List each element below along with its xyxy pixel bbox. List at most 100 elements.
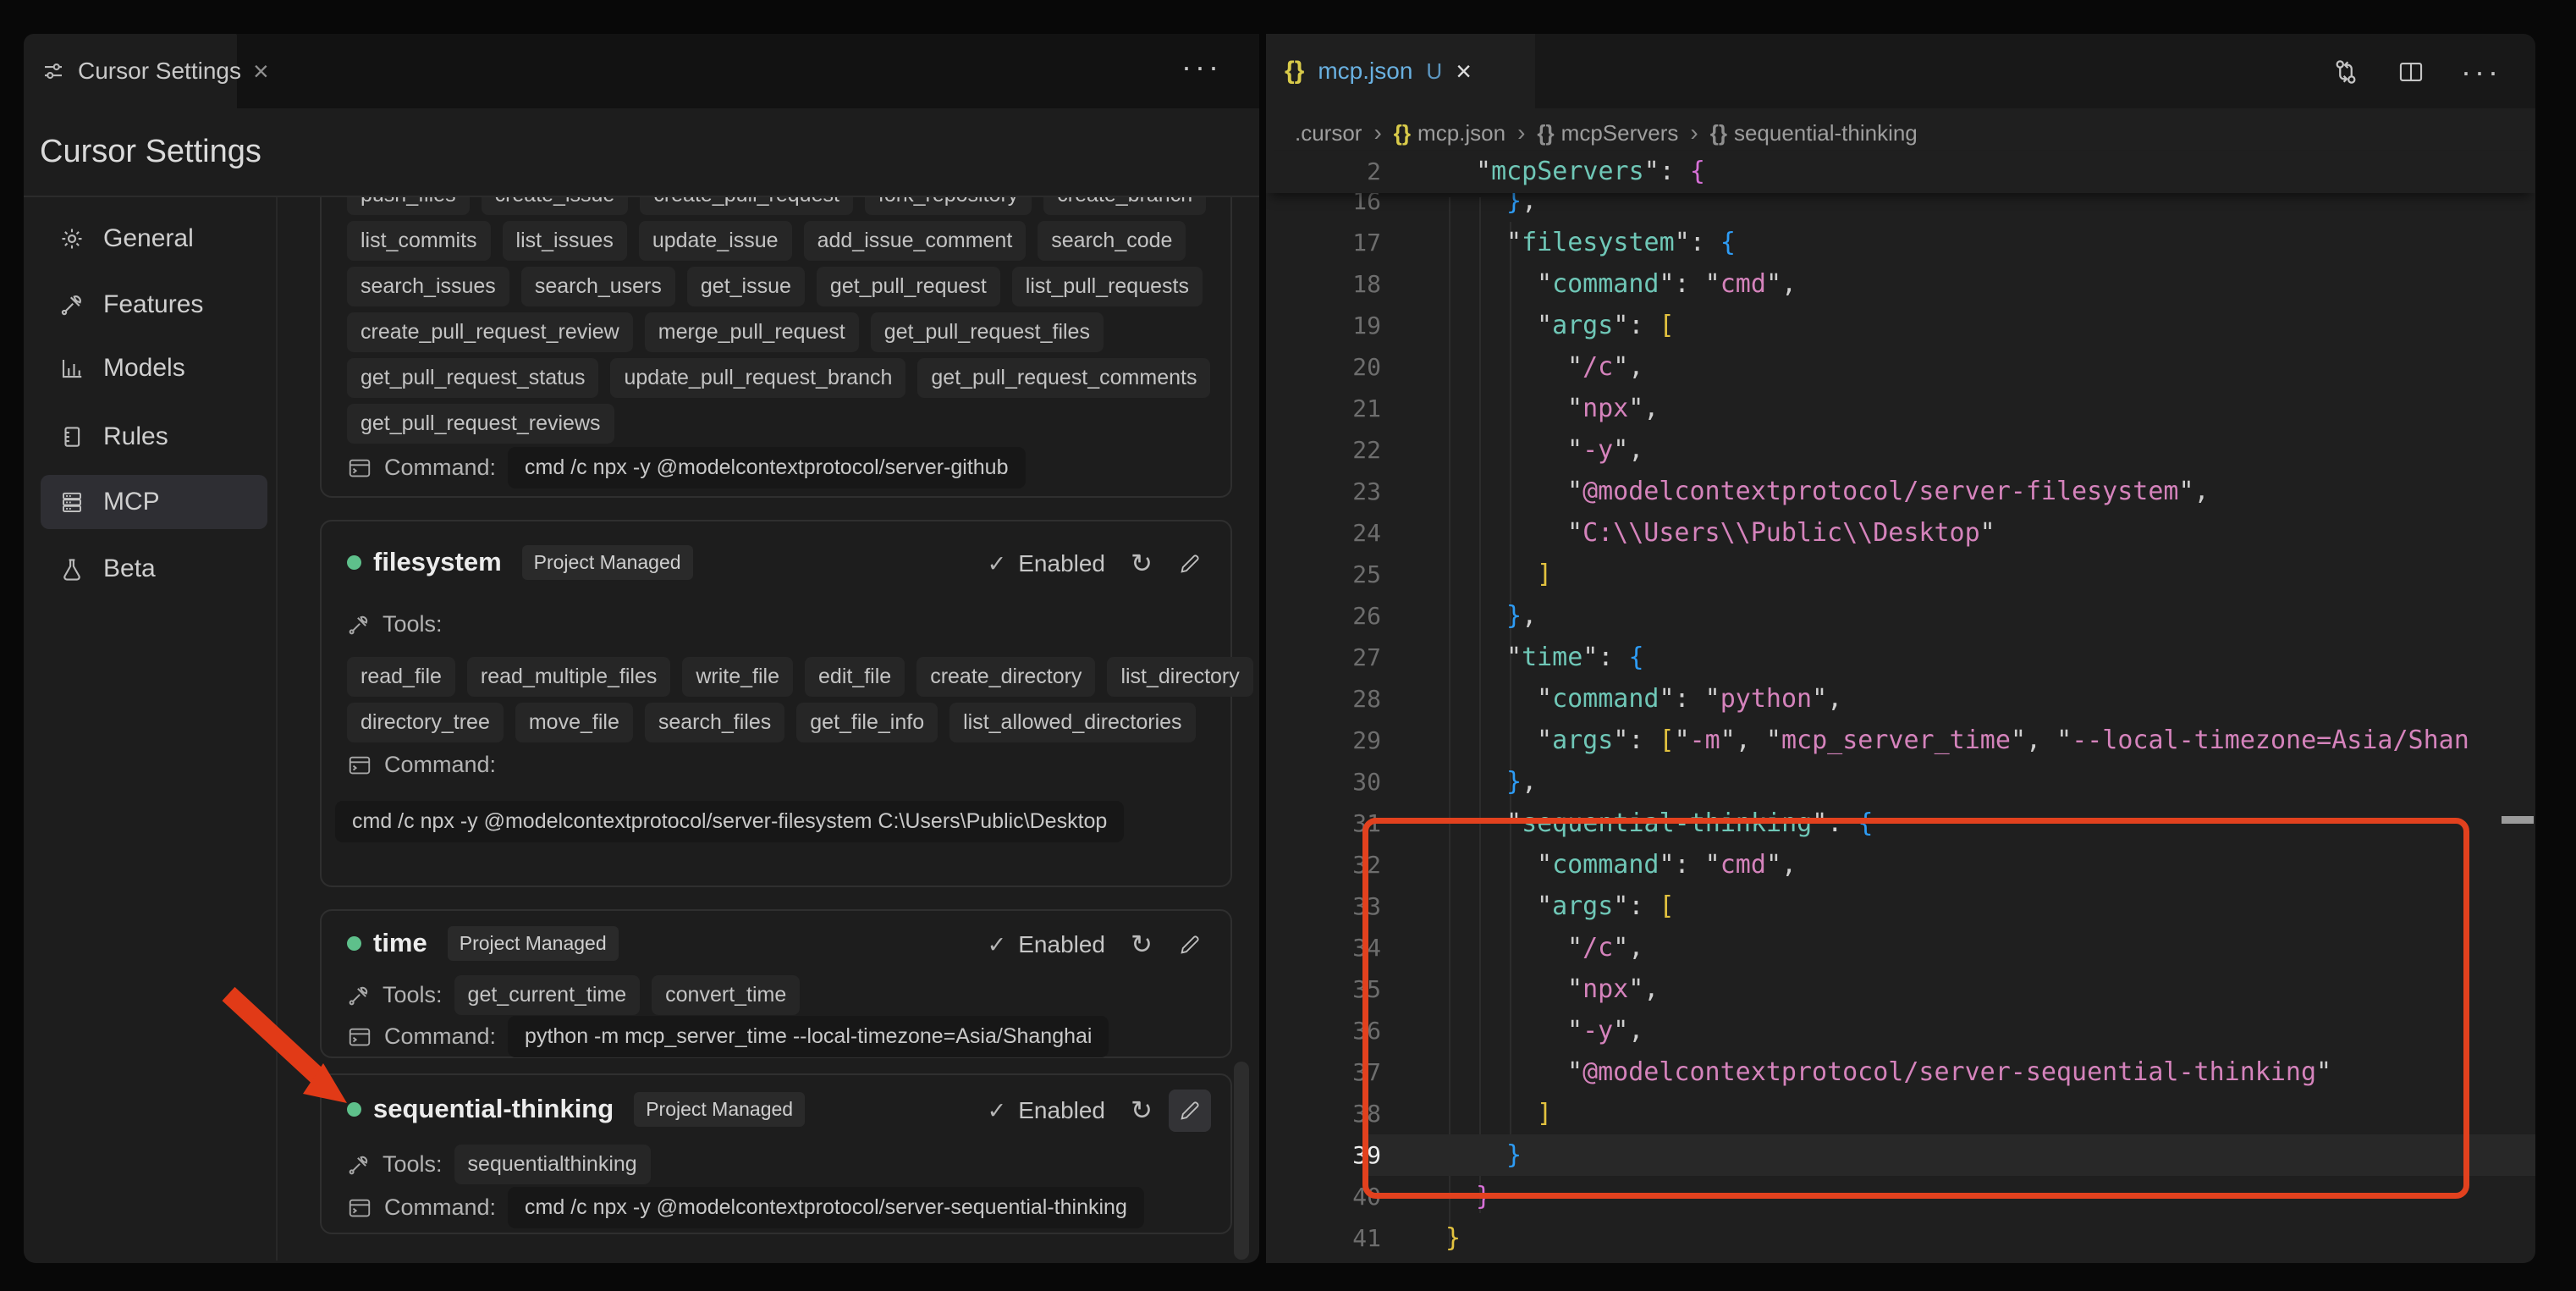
tool-chip-row: sequentialthinking (454, 1145, 651, 1184)
tool-chip: create_directory (916, 657, 1095, 697)
more-actions-icon[interactable]: ··· (2461, 54, 2502, 90)
json-file-icon: {} (1285, 57, 1304, 86)
close-icon[interactable]: × (1456, 56, 1472, 87)
tab-label: Cursor Settings (78, 58, 241, 85)
more-actions-icon[interactable]: ··· (1181, 49, 1222, 85)
sidebar-item-rules[interactable]: Rules (41, 411, 267, 462)
enabled-toggle[interactable]: Enabled (1018, 931, 1105, 958)
tool-chip-row: read_fileread_multiple_fileswrite_fileed… (347, 657, 1253, 697)
code-line[interactable]: 2"mcpServers": { (1320, 151, 1705, 192)
code-line[interactable]: 24"C:\\Users\\Public\\Desktop" (1320, 512, 1995, 554)
enabled-toggle[interactable]: Enabled (1018, 550, 1105, 577)
sidebar-item-beta[interactable]: Beta (41, 543, 267, 594)
code-line[interactable]: 41} (1320, 1217, 1461, 1259)
notebook-icon (59, 424, 85, 450)
code-line[interactable]: 18"command": "cmd", (1320, 263, 1797, 305)
code-line[interactable]: 32"command": "cmd", (1320, 844, 1797, 885)
tool-chip: read_multiple_files (467, 657, 670, 697)
code-line[interactable]: 36"-y", (1320, 1010, 1643, 1051)
code-line[interactable]: 28"command": "python", (1320, 678, 1842, 720)
command-value: cmd /c npx -y @modelcontextprotocol/serv… (508, 447, 1025, 488)
page-title: Cursor Settings (40, 134, 261, 170)
code-line[interactable]: 22"-y", (1320, 429, 1643, 471)
code-line[interactable]: 21"npx", (1320, 388, 1659, 429)
sticky-scroll-line[interactable]: 2"mcpServers": { (1266, 151, 2535, 193)
json-braces-icon: {} (1394, 120, 1411, 146)
editor-tab-strip: {} mcp.json U × ··· (1266, 34, 2535, 108)
edit-pencil-icon[interactable] (1169, 1090, 1211, 1132)
code-line[interactable]: 29"args": ["-m", "mcp_server_time", "--l… (1320, 720, 2469, 761)
line-number: 18 (1320, 270, 1381, 298)
code-line[interactable]: 23"@modelcontextprotocol/server-filesyst… (1320, 471, 2210, 512)
chevron-right-icon: › (1516, 119, 1527, 146)
beaker-icon (59, 556, 85, 582)
code-line[interactable]: 33"args": [ (1320, 885, 1675, 927)
code-line[interactable]: 27"time": { (1320, 637, 1644, 678)
line-number: 31 (1320, 809, 1381, 837)
sidebar-item-features[interactable]: Features (41, 279, 267, 330)
edit-pencil-icon[interactable] (1178, 552, 1202, 576)
line-number: 33 (1320, 892, 1381, 920)
chevron-right-icon: › (1688, 119, 1699, 146)
tool-chip: list_pull_requests (1012, 267, 1203, 306)
tool-chip: create_pull_request_review (347, 312, 633, 352)
code-line[interactable]: 39} (1320, 1134, 1522, 1176)
check-icon: ✓ (988, 1098, 1007, 1124)
edit-pencil-icon[interactable] (1178, 933, 1202, 957)
annotation-arrow (203, 965, 372, 1134)
refresh-icon[interactable]: ↻ (1131, 549, 1153, 579)
code-line[interactable]: 25] (1320, 554, 1552, 595)
split-editor-icon[interactable] (2397, 58, 2425, 86)
line-number: 34 (1320, 934, 1381, 962)
tool-chip: search_code (1038, 221, 1186, 261)
code-line[interactable]: 26}, (1320, 595, 1537, 637)
sliders-icon (41, 58, 66, 84)
tab-cursor-settings[interactable]: Cursor Settings × (24, 34, 237, 108)
line-number: 23 (1320, 477, 1381, 505)
settings-scrollbar[interactable] (1234, 1062, 1249, 1260)
breadcrumb-item[interactable]: {}mcp.json (1394, 120, 1505, 146)
code-line[interactable]: 31"sequential-thinking": { (1320, 803, 1873, 844)
line-number: 22 (1320, 436, 1381, 464)
command-label: Command: (347, 1194, 496, 1221)
tab-filename: mcp.json (1318, 58, 1412, 85)
open-changes-icon[interactable] (2331, 57, 2361, 87)
tool-chip-row: push_filescreate_issuecreate_pull_reques… (347, 197, 1206, 215)
sidebar-item-models[interactable]: Models (41, 343, 267, 394)
line-number: 39 (1320, 1141, 1381, 1169)
code-line[interactable]: 40} (1320, 1176, 1491, 1217)
line-number: 30 (1320, 768, 1381, 796)
editor-panel[interactable]: .cursor›{}mcp.json›{}mcpServers›{}sequen… (1266, 108, 2535, 1263)
code-line[interactable]: 34"/c", (1320, 927, 1643, 968)
refresh-icon[interactable]: ↻ (1131, 1095, 1153, 1126)
refresh-icon[interactable]: ↻ (1131, 930, 1153, 960)
enabled-toggle[interactable]: Enabled (1018, 1097, 1105, 1124)
line-number: 36 (1320, 1017, 1381, 1045)
breadcrumb-item[interactable]: {}mcpServers (1537, 120, 1678, 146)
close-icon[interactable]: × (253, 58, 269, 85)
tool-chip: move_file (515, 703, 633, 742)
settings-tab-strip: Cursor Settings × ··· (24, 34, 1259, 108)
tool-chip: list_directory (1107, 657, 1252, 697)
tool-chip: get_pull_request_reviews (347, 404, 614, 444)
sidebar-item-general[interactable]: General (41, 213, 267, 264)
sidebar-item-mcp[interactable]: MCP (41, 475, 267, 529)
tools-icon (59, 292, 85, 317)
tool-chip-row: get_pull_request_statusupdate_pull_reque… (347, 358, 1210, 398)
code-line[interactable]: 17"filesystem": { (1320, 222, 1736, 263)
code-line[interactable]: 35"npx", (1320, 968, 1659, 1010)
code-line[interactable]: 30}, (1320, 761, 1537, 803)
line-number: 26 (1320, 602, 1381, 630)
tool-chip-row: create_pull_request_review merge_pull_req… (347, 312, 1104, 352)
tab-mcp-json[interactable]: {} mcp.json U × (1266, 34, 1535, 108)
tool-chip: merge_pull_request (645, 312, 859, 352)
code-line[interactable]: 38] (1320, 1093, 1552, 1134)
code-line[interactable]: 19"args": [ (1320, 305, 1675, 346)
code-line[interactable]: 20"/c", (1320, 346, 1643, 388)
breadcrumb-item[interactable]: .cursor (1295, 120, 1362, 146)
tools-label: Tools: (347, 611, 443, 637)
code-line[interactable]: 37"@modelcontextprotocol/server-sequenti… (1320, 1051, 2331, 1093)
line-number: 40 (1320, 1183, 1381, 1211)
line-number: 21 (1320, 394, 1381, 422)
breadcrumb-item[interactable]: {}sequential-thinking (1710, 120, 1918, 146)
